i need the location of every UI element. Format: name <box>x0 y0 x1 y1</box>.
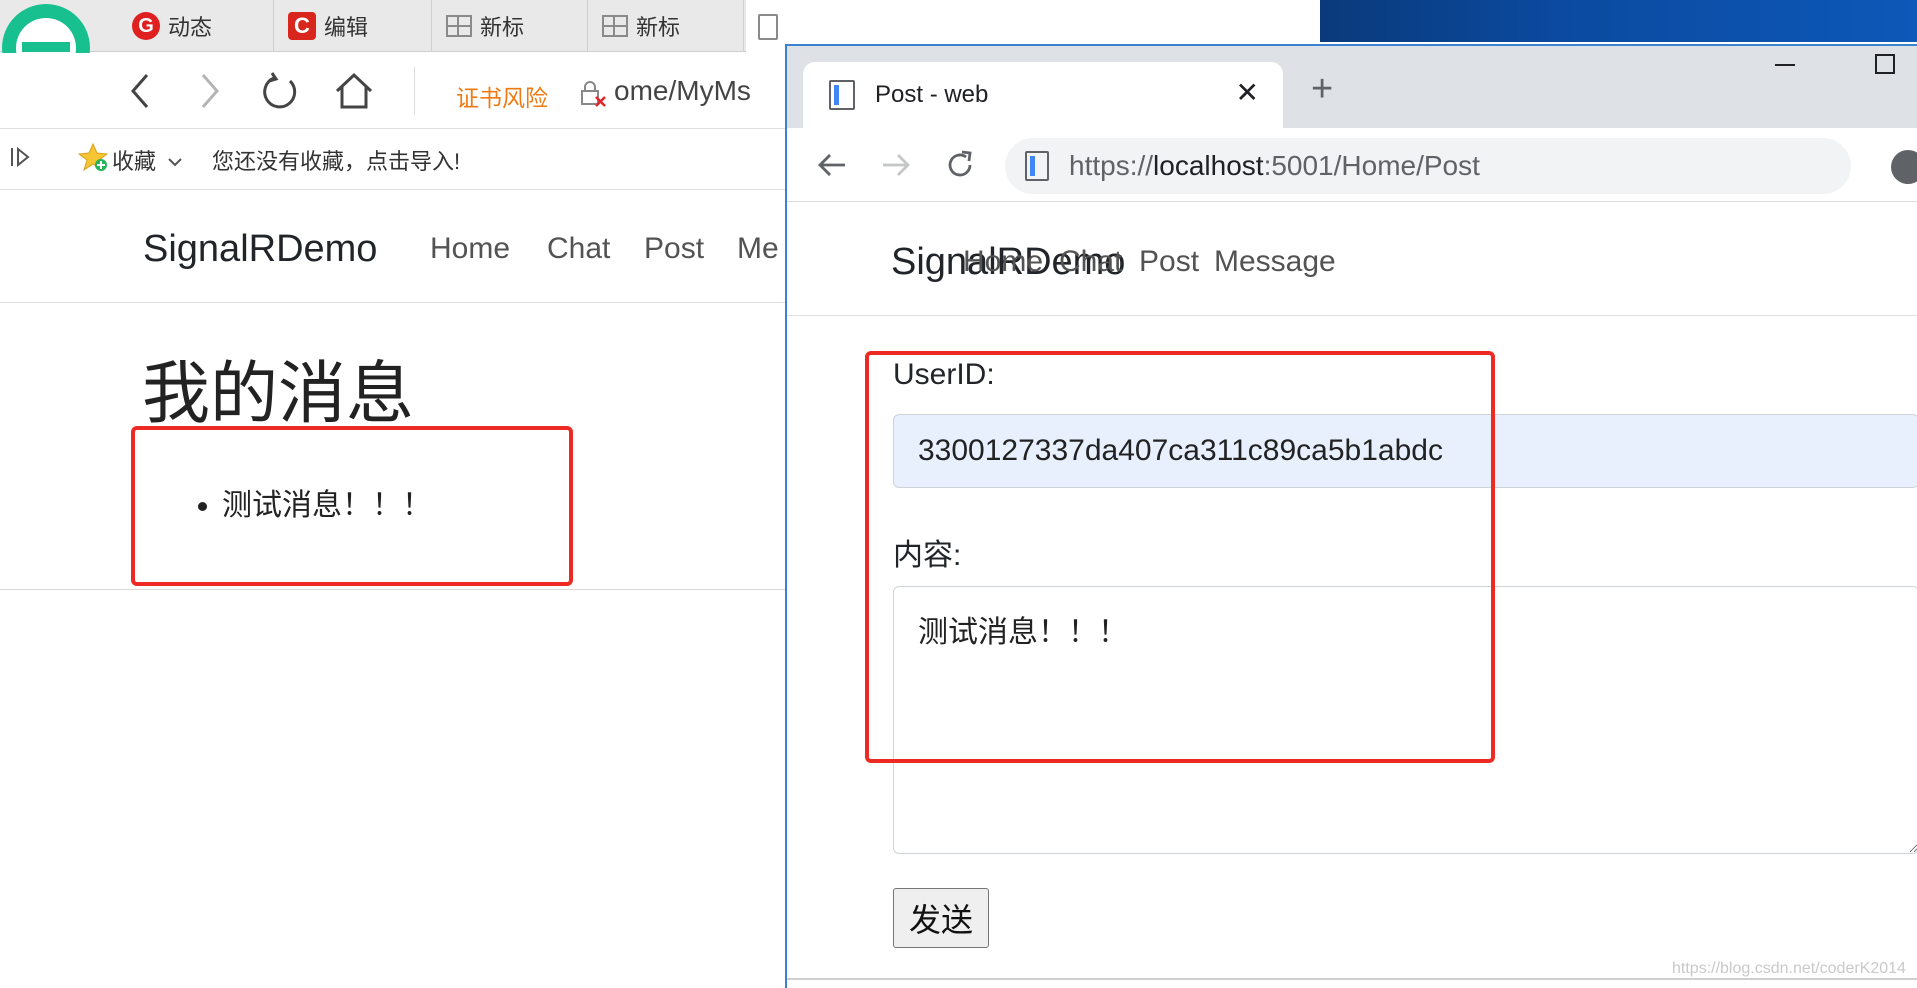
send-button[interactable]: 发送 <box>893 888 989 948</box>
back-icon[interactable] <box>118 69 162 113</box>
nav-chat[interactable]: Chat <box>547 232 610 266</box>
left-toolbar: 证书风险 ome/MyMs <box>0 53 785 129</box>
nav-message[interactable]: Me <box>737 232 779 266</box>
new-tab-button[interactable]: + <box>1311 68 1333 111</box>
left-bookmarks-bar: 收藏 您还没有收藏，点击导入! <box>0 130 785 190</box>
tab-label: 动态 <box>168 15 213 40</box>
insecure-lock-icon[interactable] <box>578 79 608 114</box>
chevron-down-icon[interactable] <box>168 147 182 173</box>
home-icon[interactable] <box>332 69 376 113</box>
left-site-navbar: SignalRDemo Home Chat Post Me <box>0 190 785 303</box>
site-brand[interactable]: SignalRDemo <box>143 228 377 271</box>
sidebar-toggle-icon[interactable] <box>10 146 32 174</box>
minimize-icon[interactable] <box>1775 54 1797 83</box>
left-tab-bar: G 动态 C 编辑 新标 新标 Me ✕ + <box>0 0 785 53</box>
back-arrow-icon[interactable] <box>809 142 855 188</box>
profile-avatar-icon[interactable] <box>1891 150 1917 184</box>
url-path: :5001/Home/Post <box>1263 150 1480 181</box>
bookmarks-menu[interactable]: 收藏 <box>112 144 156 176</box>
forward-icon[interactable] <box>188 69 232 113</box>
forward-arrow-icon[interactable] <box>873 142 919 188</box>
footer-divider <box>787 978 1917 980</box>
maximize-icon[interactable] <box>1875 54 1897 83</box>
highlight-box-sent <box>865 351 1495 763</box>
right-browser-window: Post - web ✕ + https://localhost:5001/Ho… <box>785 44 1917 988</box>
left-tab-1[interactable]: G 动态 <box>120 0 274 52</box>
grid-page-icon <box>602 15 628 37</box>
left-browser-window: G 动态 C 编辑 新标 新标 Me ✕ + <box>0 0 785 988</box>
nav-home[interactable]: Home <box>430 232 510 266</box>
left-tab-2[interactable]: C 编辑 <box>276 0 432 52</box>
watermark: https://blog.csdn.net/coderK2014 <box>1672 960 1906 977</box>
left-url-text[interactable]: ome/MyMs <box>614 75 751 107</box>
url-scheme: https:// <box>1069 150 1154 181</box>
certificate-warning[interactable]: 证书风险 <box>456 79 548 113</box>
close-tab-icon[interactable]: ✕ <box>1236 76 1259 109</box>
tab-title: Post - web <box>875 81 989 108</box>
tab-label: 编辑 <box>324 15 369 40</box>
nav-message[interactable]: Message <box>1214 245 1336 279</box>
desktop-background <box>1320 0 1917 42</box>
right-tab-strip: Post - web ✕ + <box>787 46 1917 128</box>
tab-label: 新标 <box>480 15 525 40</box>
highlight-box-received <box>131 426 573 586</box>
left-tab-4[interactable]: 新标 <box>590 0 744 52</box>
address-bar[interactable]: https://localhost:5001/Home/Post <box>1005 138 1851 194</box>
bookmarks-import-hint[interactable]: 您还没有收藏，点击导入! <box>212 144 460 176</box>
toolbar-divider <box>414 67 415 115</box>
page-title: 我的消息 <box>142 356 415 432</box>
url-host: localhost <box>1153 150 1264 181</box>
tab-post-web[interactable]: Post - web ✕ <box>803 62 1283 128</box>
tab-label: 新标 <box>636 15 681 40</box>
right-toolbar: https://localhost:5001/Home/Post <box>787 128 1917 202</box>
right-site-navbar: SignalRDemo <box>787 203 1917 316</box>
g-logo-icon: G <box>132 12 160 40</box>
left-tab-5-active[interactable]: Me ✕ <box>746 0 785 53</box>
nav-post[interactable]: Post <box>1139 245 1199 279</box>
content-divider <box>0 589 785 590</box>
c-logo-icon: C <box>288 12 316 40</box>
reload-icon[interactable] <box>937 142 983 188</box>
nav-home[interactable]: Home <box>963 245 1043 279</box>
page-icon <box>829 80 855 110</box>
document-icon <box>758 13 778 40</box>
star-icon <box>77 142 109 178</box>
nav-chat[interactable]: Chat <box>1059 245 1122 279</box>
left-tab-3[interactable]: 新标 <box>434 0 588 52</box>
page-info-icon[interactable] <box>1025 151 1049 181</box>
nav-post[interactable]: Post <box>644 232 704 266</box>
refresh-icon[interactable] <box>258 69 302 113</box>
grid-page-icon <box>446 15 472 37</box>
